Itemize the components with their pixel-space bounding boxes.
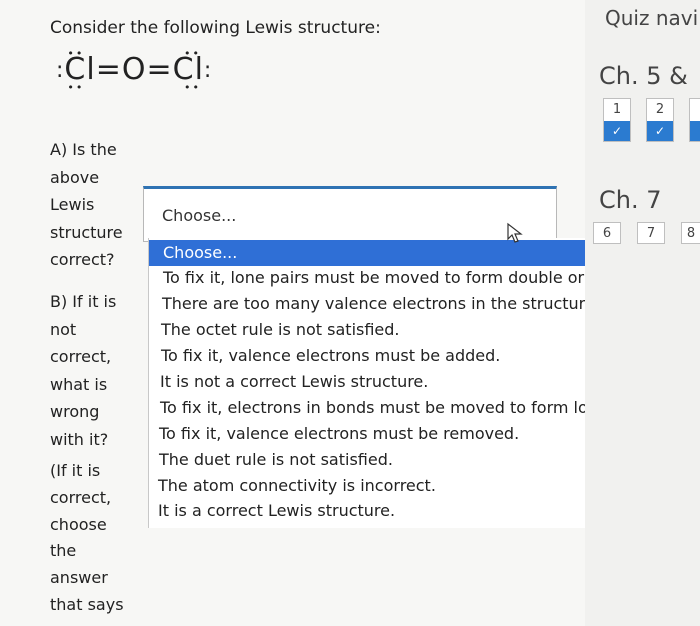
- dropdown-option[interactable]: There are too many valence electrons in …: [162, 294, 600, 313]
- question-nav-button[interactable]: [689, 98, 700, 142]
- question-nav-button[interactable]: 7: [637, 222, 665, 244]
- question-nav-button[interactable]: 2 ✓: [646, 98, 674, 142]
- answer-dropdown[interactable]: Choose...: [143, 186, 557, 242]
- chapter-heading: Ch. 7: [599, 186, 662, 214]
- lewis-structure: :Cl •• •• =O= Cl: •• ••: [56, 47, 213, 102]
- lewis-atom-right: Cl: •• ••: [172, 47, 213, 94]
- quiz-nav-title: Quiz navi: [605, 6, 699, 30]
- question-part-b: B) If it is not correct, what is wrong w…: [50, 288, 135, 453]
- checkmark-icon: ✓: [647, 121, 673, 141]
- chapter-heading: Ch. 5 &: [599, 62, 688, 90]
- question-part-a: A) Is the above Lewis structure correct?: [50, 136, 135, 274]
- part-a-line: A) Is the: [50, 140, 117, 159]
- question-part-c: (If it is correct, choose the answer tha…: [50, 458, 135, 619]
- lewis-bond-2: =: [146, 52, 173, 87]
- dropdown-option[interactable]: To fix it, valence electrons must be add…: [161, 346, 500, 365]
- part-a-line: correct?: [50, 250, 115, 269]
- part-b-line: wrong: [50, 402, 100, 421]
- dropdown-option[interactable]: It is a correct Lewis structure.: [158, 501, 395, 520]
- checkmark-icon: ✓: [604, 121, 630, 141]
- part-b-line: correct,: [50, 347, 112, 366]
- question-intro: Consider the following Lewis structure:: [50, 18, 381, 38]
- dropdown-option[interactable]: The octet rule is not satisfied.: [161, 320, 400, 339]
- dropdown-option[interactable]: It is not a correct Lewis structure.: [160, 372, 428, 391]
- part-c-line: choose: [50, 514, 107, 534]
- part-b-line: not: [50, 319, 77, 339]
- question-nav-button[interactable]: 1 ✓: [603, 98, 631, 142]
- part-a-line: structure: [50, 222, 123, 242]
- question-nav-button[interactable]: 6: [593, 222, 621, 244]
- part-b-line: B) If it is: [50, 292, 117, 311]
- part-a-line: Lewis: [50, 195, 95, 214]
- dropdown-option[interactable]: To fix it, valence electrons must be rem…: [159, 424, 519, 443]
- part-c-line: (If it is: [50, 461, 101, 480]
- part-c-line: answer: [50, 568, 108, 588]
- quiz-navigation: Quiz navi Ch. 5 & 1 ✓ 2 ✓ Ch. 7 6 7 8: [585, 0, 700, 626]
- part-c-line: the: [50, 541, 77, 561]
- lewis-atom-center: O: [121, 52, 147, 87]
- dropdown-option[interactable]: The duet rule is not satisfied.: [159, 450, 393, 469]
- dropdown-selected-value: Choose...: [162, 206, 237, 225]
- part-b-line: what is: [50, 374, 108, 394]
- dropdown-option[interactable]: To fix it, electrons in bonds must be mo…: [160, 398, 657, 417]
- dropdown-option[interactable]: The atom connectivity is incorrect.: [158, 476, 436, 495]
- part-c-line: that says: [50, 594, 124, 614]
- question-nav-button[interactable]: 8: [681, 222, 700, 244]
- lewis-atom-left: :Cl •• ••: [56, 47, 96, 94]
- part-c-line: correct,: [50, 487, 112, 507]
- lewis-bond-1: =: [95, 52, 122, 87]
- part-a-line: above: [50, 167, 100, 187]
- part-b-line: with it?: [50, 429, 109, 449]
- mouse-pointer-icon: [505, 222, 527, 244]
